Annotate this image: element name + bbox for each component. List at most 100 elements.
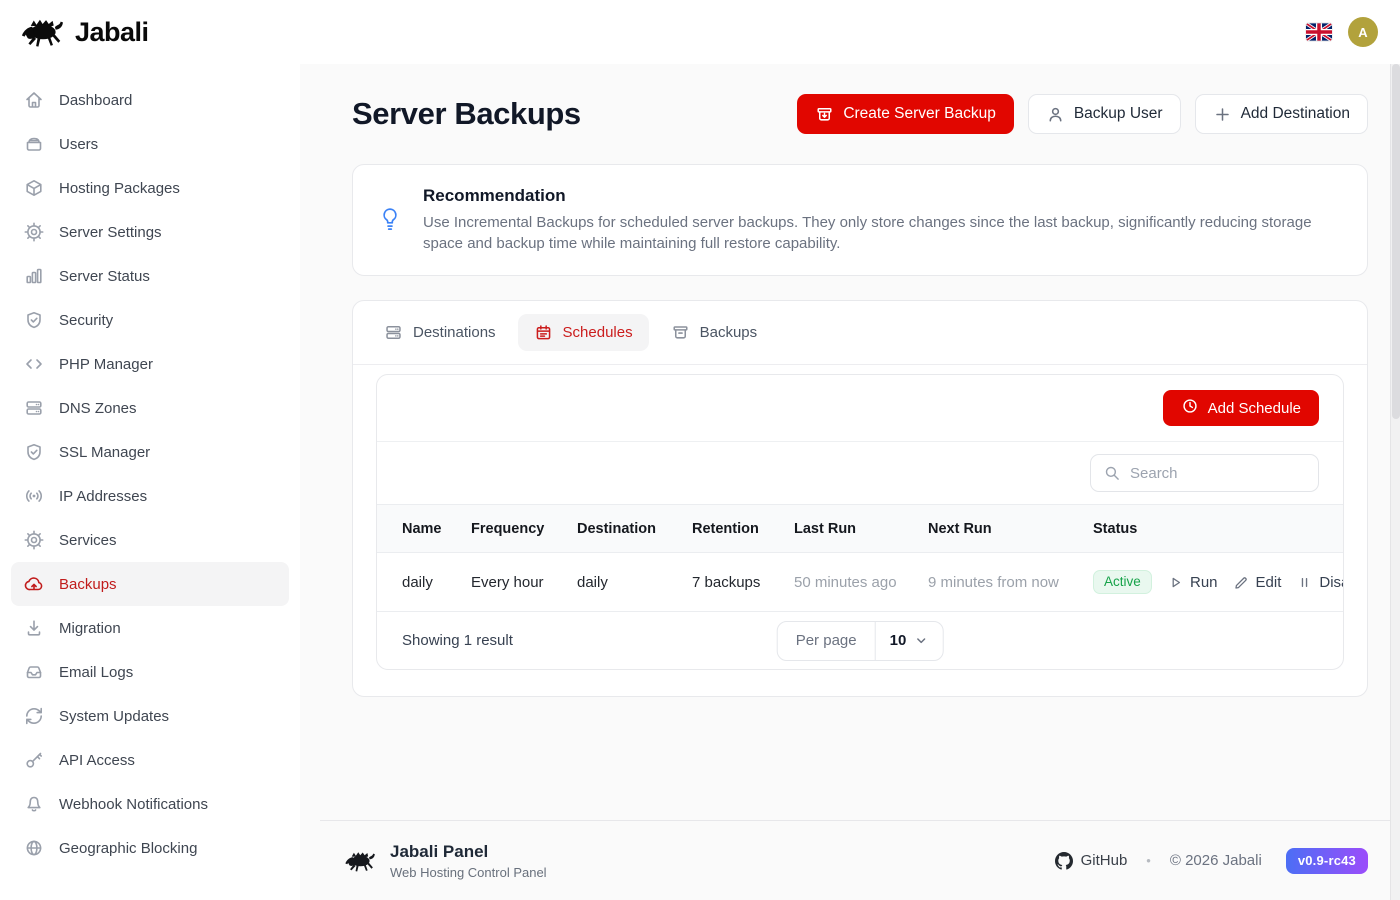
sidebar-item-email-logs[interactable]: Email Logs (11, 650, 289, 694)
copyright-text: © 2026 Jabali (1170, 852, 1262, 869)
server-icon (384, 323, 403, 342)
globe-icon (24, 838, 44, 858)
sidebar-item-migration[interactable]: Migration (11, 606, 289, 650)
footer-panel-name: Jabali Panel (390, 842, 547, 862)
tab-label: Destinations (413, 324, 496, 341)
scrollbar-thumb[interactable] (1392, 64, 1400, 419)
add-schedule-button[interactable]: Add Schedule (1163, 390, 1319, 426)
cell-last-run: 50 minutes ago (794, 574, 928, 591)
sidebar-item-label: DNS Zones (59, 400, 137, 417)
add-schedule-label: Add Schedule (1208, 400, 1301, 417)
search-input[interactable] (1130, 465, 1306, 482)
code-icon (24, 354, 44, 374)
user-icon (1046, 105, 1065, 124)
key-icon (24, 750, 44, 770)
sidebar-item-label: Migration (59, 620, 121, 637)
page-title: Server Backups (352, 96, 581, 132)
sidebar-item-label: Users (59, 136, 98, 153)
backup-user-button[interactable]: Backup User (1028, 94, 1181, 134)
drawer-icon (24, 134, 44, 154)
sidebar-item-ssl-manager[interactable]: SSL Manager (11, 430, 289, 474)
inbox-icon (24, 662, 44, 682)
tab-label: Backups (700, 324, 758, 341)
sidebar-item-label: Email Logs (59, 664, 133, 681)
home-icon (24, 90, 44, 110)
sidebar-item-label: Geographic Blocking (59, 840, 197, 857)
user-avatar[interactable]: A (1348, 17, 1378, 47)
version-badge: v0.9-rc43 (1286, 848, 1368, 874)
disable-action[interactable]: Disable (1296, 574, 1344, 591)
column-header-next-run: Next Run (928, 521, 1093, 537)
pagination-bar: Showing 1 result Per page 10 (377, 611, 1343, 669)
per-page-select[interactable]: 10 (876, 622, 943, 660)
pause-icon (1296, 574, 1313, 591)
github-label: GitHub (1081, 852, 1128, 869)
broadcast-icon (24, 486, 44, 506)
sidebar-item-label: Dashboard (59, 92, 132, 109)
per-page-control: Per page 10 (777, 621, 944, 661)
shield-check-icon (24, 442, 44, 462)
sidebar-item-geographic-blocking[interactable]: Geographic Blocking (11, 826, 289, 870)
backup-user-label: Backup User (1074, 105, 1163, 123)
run-action[interactable]: Run (1167, 574, 1218, 591)
schedules-card: Add Schedule Name Frequency Destination … (376, 374, 1344, 670)
sidebar-item-dns-zones[interactable]: DNS Zones (11, 386, 289, 430)
brand-name: Jabali (75, 17, 149, 48)
sidebar-item-label: System Updates (59, 708, 169, 725)
archive-box-icon (671, 323, 690, 342)
sidebar-item-ip-addresses[interactable]: IP Addresses (11, 474, 289, 518)
tab-bar: Destinations Schedules Backups (353, 301, 1367, 365)
sidebar-item-api-access[interactable]: API Access (11, 738, 289, 782)
bar-chart-icon (24, 266, 44, 286)
results-summary: Showing 1 result (377, 632, 513, 649)
sidebar-item-label: Services (59, 532, 117, 549)
sidebar-item-label: SSL Manager (59, 444, 150, 461)
bell-icon (24, 794, 44, 814)
footer: Jabali Panel Web Hosting Control Panel G… (320, 820, 1390, 900)
language-flag-icon[interactable] (1306, 23, 1332, 41)
top-bar: Jabali A (0, 0, 1400, 64)
github-link[interactable]: GitHub (1055, 852, 1128, 870)
tab-label: Schedules (563, 324, 633, 341)
sidebar-item-users[interactable]: Users (11, 122, 289, 166)
column-header-last-run: Last Run (794, 521, 928, 537)
gear-icon (24, 530, 44, 550)
recommendation-body: Use Incremental Backups for scheduled se… (423, 213, 1328, 254)
cell-name: daily (377, 574, 471, 591)
cell-frequency: Every hour (471, 574, 577, 591)
gear-icon (24, 222, 44, 242)
vertical-scrollbar[interactable] (1390, 64, 1400, 900)
sidebar-item-services[interactable]: Services (11, 518, 289, 562)
tab-destinations[interactable]: Destinations (368, 314, 512, 351)
recommendation-card: Recommendation Use Incremental Backups f… (352, 164, 1368, 276)
create-server-backup-label: Create Server Backup (843, 105, 996, 123)
sidebar-item-webhook-notifications[interactable]: Webhook Notifications (11, 782, 289, 826)
cell-next-run: 9 minutes from now (928, 574, 1093, 591)
sidebar-item-hosting-packages[interactable]: Hosting Packages (11, 166, 289, 210)
boar-logo-icon (20, 16, 66, 48)
tab-backups[interactable]: Backups (655, 314, 774, 351)
lightbulb-icon (379, 207, 401, 233)
sidebar-item-security[interactable]: Security (11, 298, 289, 342)
sidebar-item-label: API Access (59, 752, 135, 769)
per-page-label: Per page (778, 622, 876, 660)
sidebar-item-server-status[interactable]: Server Status (11, 254, 289, 298)
sidebar-item-dashboard[interactable]: Dashboard (11, 78, 289, 122)
sidebar-item-backups[interactable]: Backups (11, 562, 289, 606)
add-destination-button[interactable]: Add Destination (1195, 94, 1368, 134)
column-header-status: Status (1093, 521, 1167, 537)
sidebar-item-php-manager[interactable]: PHP Manager (11, 342, 289, 386)
plus-icon (1213, 105, 1232, 124)
cell-destination: daily (577, 574, 692, 591)
footer-separator: • (1146, 853, 1151, 868)
brand-logo[interactable]: Jabali (20, 16, 149, 48)
sidebar-item-system-updates[interactable]: System Updates (11, 694, 289, 738)
edit-action[interactable]: Edit (1233, 574, 1282, 591)
sidebar-item-server-settings[interactable]: Server Settings (11, 210, 289, 254)
footer-tagline: Web Hosting Control Panel (390, 865, 547, 880)
sidebar-item-label: IP Addresses (59, 488, 147, 505)
tab-schedules[interactable]: Schedules (518, 314, 649, 351)
create-server-backup-button[interactable]: Create Server Backup (797, 94, 1014, 134)
column-header-retention: Retention (692, 521, 794, 537)
sidebar-item-label: Server Settings (59, 224, 162, 241)
